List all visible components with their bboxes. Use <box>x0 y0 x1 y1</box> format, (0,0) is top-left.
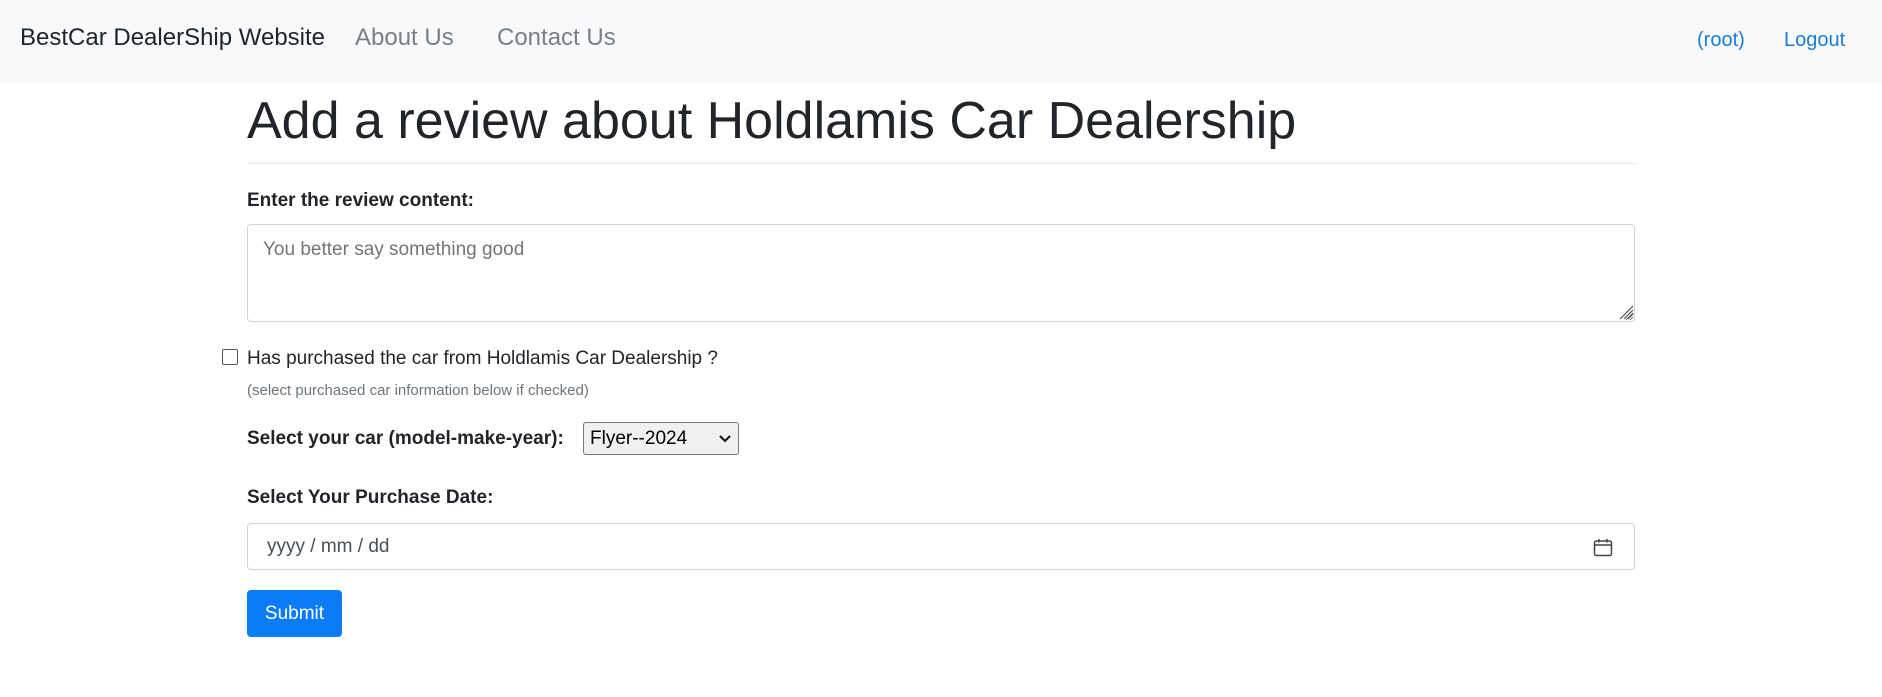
calendar-icon[interactable] <box>1593 538 1613 557</box>
brand-link[interactable]: BestCar DealerShip Website <box>20 24 325 52</box>
review-content-textarea[interactable] <box>247 224 1635 322</box>
nav-contact-us[interactable]: Contact Us <box>497 24 616 52</box>
navbar: BestCar DealerShip Website About Us Cont… <box>0 0 1882 83</box>
review-content-label: Enter the review content: <box>247 190 474 211</box>
submit-button[interactable]: Submit <box>247 590 342 637</box>
current-user-link[interactable]: (root) <box>1697 29 1745 52</box>
page-title: Add a review about Holdlamis Car Dealers… <box>247 92 1297 150</box>
divider <box>247 163 1635 164</box>
purchase-date-label: Select Your Purchase Date: <box>247 487 494 508</box>
car-select[interactable]: Flyer--2024 <box>583 422 739 455</box>
car-select-label: Select your car (model-make-year): <box>247 428 564 449</box>
purchase-date-input[interactable]: yyyy / mm / dd <box>247 523 1635 570</box>
purchased-checkbox[interactable] <box>222 349 238 365</box>
car-select-value: Flyer--2024 <box>590 427 688 449</box>
purchased-label[interactable]: Has purchased the car from Holdlamis Car… <box>247 348 718 370</box>
resize-grip-icon[interactable] <box>1616 302 1634 320</box>
purchase-date-placeholder: yyyy / mm / dd <box>267 536 390 557</box>
nav-about-us[interactable]: About Us <box>355 24 454 52</box>
chevron-down-icon <box>719 434 731 442</box>
purchased-hint: (select purchased car information below … <box>247 382 589 399</box>
logout-link[interactable]: Logout <box>1784 29 1845 52</box>
